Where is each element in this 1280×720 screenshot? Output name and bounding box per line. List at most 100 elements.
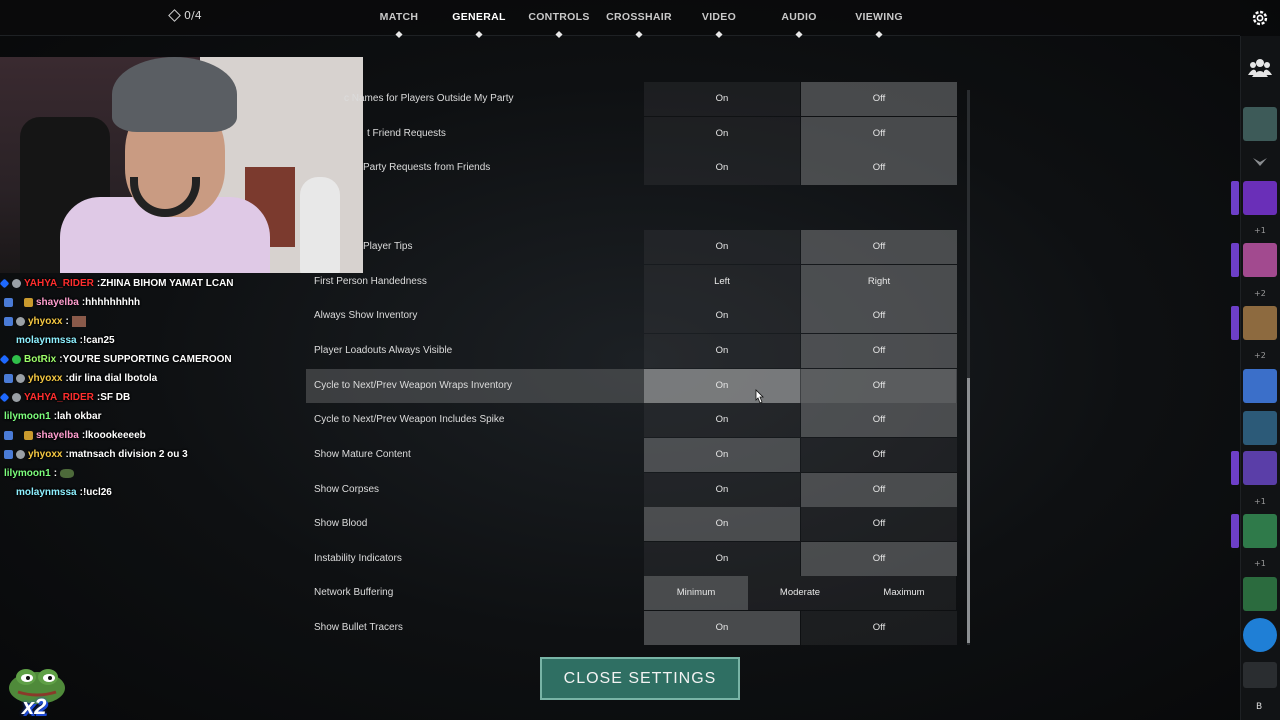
chat-message: molaynmssa: !ucl26 [16, 487, 112, 498]
chat-text: lah okbar [57, 411, 102, 422]
option-on[interactable]: On [644, 151, 800, 185]
option-off[interactable]: Off [801, 542, 957, 576]
rank-label: +1 [1254, 559, 1266, 568]
option-off[interactable]: Off [801, 151, 957, 185]
chat-message: molaynmssa: !can25 [16, 335, 115, 346]
setting-label: Show Corpses [314, 484, 380, 495]
chat-message: YAHYA_RIDER: SF DB [0, 388, 130, 407]
tokens-counter: 0/4 [168, 9, 202, 22]
option-off[interactable]: Off [801, 82, 957, 116]
chat-text: SF DB [100, 392, 131, 403]
sub-badge-icon [4, 450, 13, 459]
option-moderate[interactable]: Moderate [748, 576, 852, 610]
setting-row: c Names for Players Outside My Party On … [306, 82, 957, 116]
badge-icon [12, 279, 21, 288]
rank-label: +2 [1254, 289, 1266, 298]
tokens-value: 0/4 [184, 9, 202, 22]
setting-row: Show Blood On Off [306, 507, 957, 541]
tab-crosshair[interactable]: CROSSHAIR [606, 11, 672, 23]
chat-username: molaynmssa [16, 335, 77, 346]
option-on[interactable]: On [644, 82, 800, 116]
friends-icon[interactable] [1248, 55, 1272, 79]
option-on[interactable]: On [644, 369, 800, 403]
rank-label: +1 [1254, 226, 1266, 235]
rail-bottom-label: B [1256, 702, 1263, 712]
tab-audio[interactable]: AUDIO [781, 11, 816, 23]
friend-avatar[interactable] [1243, 514, 1277, 548]
friend-avatar[interactable] [1243, 243, 1277, 277]
option-on[interactable]: On [644, 542, 800, 576]
scrollbar-thumb[interactable] [967, 378, 970, 643]
party-marker [1231, 514, 1239, 548]
option-on[interactable]: On [644, 473, 800, 507]
party-marker [1231, 306, 1239, 340]
option-off[interactable]: Off [801, 334, 957, 368]
setting-row: Network Buffering Minimum Moderate Maxim… [306, 576, 956, 610]
chat-text: dir lina dial lbotola [68, 373, 158, 384]
close-settings-button[interactable]: CLOSE SETTINGS [540, 657, 740, 700]
option-on[interactable]: On [644, 611, 800, 645]
friend-avatar[interactable] [1243, 306, 1277, 340]
chat-text: !ucl26 [82, 487, 112, 498]
tab-general[interactable]: GENERAL [452, 11, 505, 23]
gear-icon[interactable] [1250, 8, 1270, 28]
tab-controls[interactable]: CONTROLS [528, 11, 589, 23]
vip-badge-icon [0, 278, 10, 289]
token-icon [168, 9, 181, 22]
option-on[interactable]: On [644, 299, 800, 333]
friend-avatar[interactable] [1243, 618, 1277, 652]
option-off[interactable]: Off [801, 117, 957, 151]
friend-avatar[interactable] [1243, 577, 1277, 611]
friend-avatar[interactable] [1243, 451, 1277, 485]
sub-badge-icon [4, 317, 13, 326]
tab-viewing[interactable]: VIEWING [855, 11, 903, 23]
setting-label: Show Blood [314, 518, 368, 529]
chat-username: shayelba [36, 297, 79, 308]
option-on[interactable]: On [644, 438, 800, 472]
chevron-down-icon[interactable] [1252, 156, 1268, 170]
setting-label: Player Tips [363, 241, 413, 252]
tab-match[interactable]: MATCH [380, 11, 419, 23]
chat-username: lilymoon1 [4, 468, 51, 479]
setting-label: Player Loadouts Always Visible [314, 345, 453, 356]
friend-avatar[interactable] [1243, 107, 1277, 141]
friend-avatar[interactable] [1243, 662, 1277, 688]
option-off[interactable]: Off [801, 230, 957, 264]
setting-row: Player Tips On Off [306, 230, 957, 264]
option-off[interactable]: Off [801, 611, 957, 645]
party-marker [1231, 451, 1239, 485]
chat-username: yhyoxx [28, 373, 63, 384]
setting-label: Network Buffering [314, 587, 394, 598]
option-off[interactable]: Off [801, 299, 957, 333]
option-left[interactable]: Left [644, 265, 800, 299]
option-off[interactable]: Off [801, 369, 957, 403]
friend-avatar[interactable] [1243, 369, 1277, 403]
option-on[interactable]: On [644, 507, 800, 541]
vip-badge-icon [0, 392, 10, 403]
option-on[interactable]: On [644, 230, 800, 264]
badge-icon [12, 355, 21, 364]
sub-badge-icon [4, 298, 13, 307]
friend-avatar[interactable] [1243, 181, 1277, 215]
option-on[interactable]: On [644, 117, 800, 151]
friend-avatar[interactable] [1243, 411, 1277, 445]
option-off[interactable]: Off [801, 403, 957, 437]
option-on[interactable]: On [644, 334, 800, 368]
emote-icon [60, 469, 75, 478]
sub-badge-icon [4, 431, 13, 440]
chat-message: shayelba: hhhhhhhhh [0, 293, 140, 312]
option-off[interactable]: Off [801, 507, 957, 541]
option-off[interactable]: Off [801, 438, 957, 472]
option-on[interactable]: On [644, 403, 800, 437]
setting-row: Instability Indicators On Off [306, 542, 957, 576]
tab-video[interactable]: VIDEO [702, 11, 736, 23]
chat-text: !can25 [82, 335, 115, 346]
option-maximum[interactable]: Maximum [852, 576, 956, 610]
chat-message: yhyoxx: matnsach division 2 ou 3 [0, 445, 188, 464]
option-off[interactable]: Off [801, 473, 957, 507]
setting-label: Cycle to Next/Prev Weapon Includes Spike [314, 414, 505, 425]
chat-message: lilymoon1: [4, 464, 75, 483]
chat-message: shayelba: lkoookeeeeb [0, 426, 146, 445]
option-minimum[interactable]: Minimum [644, 576, 748, 610]
option-right[interactable]: Right [801, 265, 957, 299]
